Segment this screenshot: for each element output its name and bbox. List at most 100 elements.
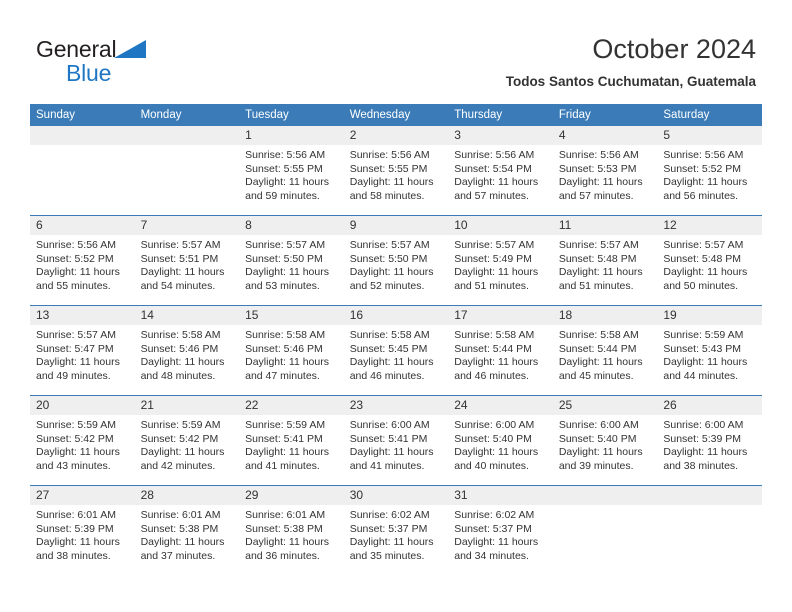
sunset-text: Sunset: 5:38 PM: [245, 522, 323, 535]
day-cell[interactable]: 18 Sunrise: 5:58 AM Sunset: 5:44 PM Dayligh…: [552, 306, 658, 395]
day-cell[interactable]: 11 Sunrise: 5:57 AM Sunset: 5:48 PM Dayligh…: [552, 216, 658, 305]
day-details: Sunrise: 6:00 AM Sunset: 5:40 PM Daylight:…: [553, 415, 658, 473]
day-number: 14: [134, 306, 240, 325]
sunrise-text: Sunrise: 5:58 AM: [245, 329, 326, 341]
day-cell[interactable]: 2 Sunrise: 5:56 AM Sunset: 5:55 PM Daylight…: [343, 126, 449, 215]
weekday-header-sunday: Sunday: [30, 104, 135, 126]
day-cell[interactable]: 17 Sunrise: 5:58 AM Sunset: 5:44 PM Dayligh…: [448, 306, 553, 395]
day-cell[interactable]: 9 Sunrise: 5:57 AM Sunset: 5:50 PM Daylight…: [343, 216, 449, 305]
daylight-text: Daylight: 11 hours and 38 minutes.: [663, 446, 748, 472]
daylight-text: Daylight: 11 hours and 37 minutes.: [140, 536, 225, 562]
day-number: 10: [448, 216, 553, 235]
day-cell-empty: [552, 486, 658, 575]
day-cell[interactable]: 13 Sunrise: 5:57 AM Sunset: 5:47 PM Dayligh…: [30, 306, 135, 395]
day-details: Sunrise: 5:56 AM Sunset: 5:55 PM Daylight:…: [239, 145, 344, 203]
day-cell[interactable]: 27 Sunrise: 6:01 AM Sunset: 5:39 PM Dayligh…: [30, 486, 135, 575]
calendar-week-row: 13 Sunrise: 5:57 AM Sunset: 5:47 PM Dayligh…: [30, 305, 762, 396]
calendar-cell: 10 Sunrise: 5:57 AM Sunset: 5:49 PM Dayligh…: [448, 215, 553, 306]
daylight-text: Daylight: 11 hours and 57 minutes.: [454, 176, 539, 202]
day-cell[interactable]: 4 Sunrise: 5:56 AM Sunset: 5:53 PM Daylight…: [552, 126, 658, 215]
day-cell[interactable]: 30 Sunrise: 6:02 AM Sunset: 5:37 PM Dayligh…: [343, 486, 449, 575]
daylight-text: Daylight: 11 hours and 51 minutes.: [454, 266, 539, 292]
day-cell[interactable]: 20 Sunrise: 5:59 AM Sunset: 5:42 PM Dayligh…: [30, 396, 135, 485]
page-title: October 2024: [592, 34, 756, 64]
day-number: 22: [239, 396, 344, 415]
day-cell[interactable]: 7 Sunrise: 5:57 AM Sunset: 5:51 PM Daylight…: [134, 216, 240, 305]
sunset-text: Sunset: 5:39 PM: [663, 432, 742, 445]
day-cell[interactable]: 16 Sunrise: 5:58 AM Sunset: 5:45 PM Dayligh…: [343, 306, 449, 395]
general-blue-logo[interactable]: General Blue: [36, 36, 256, 92]
day-number: [134, 126, 240, 145]
daylight-text: Daylight: 11 hours and 35 minutes.: [349, 536, 434, 562]
day-cell[interactable]: 26 Sunrise: 6:00 AM Sunset: 5:39 PM Dayligh…: [657, 396, 762, 485]
sunrise-text: Sunrise: 6:02 AM: [349, 509, 430, 521]
day-details: Sunrise: 5:57 AM Sunset: 5:48 PM Daylight:…: [553, 235, 658, 293]
daylight-text: Daylight: 11 hours and 58 minutes.: [349, 176, 434, 202]
calendar-body: 1 Sunrise: 5:56 AM Sunset: 5:55 PM Daylight…: [30, 126, 762, 575]
day-details: Sunrise: 5:58 AM Sunset: 5:45 PM Daylight:…: [344, 325, 449, 383]
day-details: Sunrise: 5:57 AM Sunset: 5:50 PM Daylight:…: [239, 235, 344, 293]
day-cell[interactable]: 10 Sunrise: 5:57 AM Sunset: 5:49 PM Dayligh…: [448, 216, 553, 305]
weekday-header-friday: Friday: [552, 104, 658, 126]
day-cell[interactable]: 23 Sunrise: 6:00 AM Sunset: 5:41 PM Dayligh…: [343, 396, 449, 485]
day-cell[interactable]: 24 Sunrise: 6:00 AM Sunset: 5:40 PM Dayligh…: [448, 396, 553, 485]
day-cell[interactable]: 19 Sunrise: 5:59 AM Sunset: 5:43 PM Dayligh…: [657, 306, 762, 395]
weekday-header-row: Sunday Monday Tuesday Wednesday Thursday…: [30, 104, 762, 126]
sunrise-text: Sunrise: 5:59 AM: [245, 419, 326, 431]
day-cell[interactable]: 1 Sunrise: 5:56 AM Sunset: 5:55 PM Daylight…: [239, 126, 344, 215]
day-details: Sunrise: 5:56 AM Sunset: 5:53 PM Daylight:…: [553, 145, 658, 203]
day-number: 13: [30, 306, 135, 325]
calendar-cell: 1 Sunrise: 5:56 AM Sunset: 5:55 PM Daylight…: [239, 126, 344, 216]
day-cell[interactable]: 22 Sunrise: 5:59 AM Sunset: 5:41 PM Dayligh…: [239, 396, 344, 485]
day-cell[interactable]: 5 Sunrise: 5:56 AM Sunset: 5:52 PM Daylight…: [657, 126, 762, 215]
day-cell[interactable]: 29 Sunrise: 6:01 AM Sunset: 5:38 PM Dayligh…: [239, 486, 344, 575]
sunset-text: Sunset: 5:41 PM: [245, 432, 323, 445]
sunrise-text: Sunrise: 6:00 AM: [349, 419, 430, 431]
day-cell[interactable]: 25 Sunrise: 6:00 AM Sunset: 5:40 PM Dayligh…: [552, 396, 658, 485]
day-cell[interactable]: 8 Sunrise: 5:57 AM Sunset: 5:50 PM Daylight…: [239, 216, 344, 305]
daylight-text: Daylight: 11 hours and 44 minutes.: [663, 356, 748, 382]
sunset-text: Sunset: 5:37 PM: [454, 522, 532, 535]
sunrise-text: Sunrise: 5:57 AM: [140, 239, 221, 251]
day-cell[interactable]: 12 Sunrise: 5:57 AM Sunset: 5:48 PM Dayligh…: [657, 216, 762, 305]
weekday-header-saturday: Saturday: [657, 104, 762, 126]
sunrise-text: Sunrise: 6:02 AM: [454, 509, 535, 521]
day-cell[interactable]: 3 Sunrise: 5:56 AM Sunset: 5:54 PM Daylight…: [448, 126, 553, 215]
daylight-text: Daylight: 11 hours and 43 minutes.: [36, 446, 120, 472]
sunset-text: Sunset: 5:50 PM: [245, 252, 323, 265]
sunrise-text: Sunrise: 5:56 AM: [349, 149, 430, 161]
sunset-text: Sunset: 5:52 PM: [36, 252, 114, 265]
calendar-cell: 13 Sunrise: 5:57 AM Sunset: 5:47 PM Dayligh…: [30, 305, 135, 396]
day-details: Sunrise: 5:58 AM Sunset: 5:46 PM Daylight:…: [239, 325, 344, 383]
day-cell[interactable]: 15 Sunrise: 5:58 AM Sunset: 5:46 PM Dayligh…: [239, 306, 344, 395]
calendar-cell: 12 Sunrise: 5:57 AM Sunset: 5:48 PM Dayligh…: [657, 215, 762, 306]
weekday-header-thursday: Thursday: [448, 104, 553, 126]
sunset-text: Sunset: 5:44 PM: [558, 342, 637, 355]
day-number: 21: [134, 396, 240, 415]
calendar-cell: 29 Sunrise: 6:01 AM Sunset: 5:38 PM Dayligh…: [239, 485, 344, 575]
day-cell[interactable]: 28 Sunrise: 6:01 AM Sunset: 5:38 PM Dayligh…: [134, 486, 240, 575]
sunset-text: Sunset: 5:48 PM: [558, 252, 637, 265]
day-number: 23: [343, 396, 449, 415]
logo-text-blue: Blue: [66, 60, 112, 86]
logo-line-blue: Blue: [36, 60, 256, 86]
calendar-cell: 19 Sunrise: 5:59 AM Sunset: 5:43 PM Dayligh…: [657, 305, 762, 396]
sunset-text: Sunset: 5:50 PM: [349, 252, 428, 265]
day-number: 9: [343, 216, 449, 235]
day-cell[interactable]: 6 Sunrise: 5:56 AM Sunset: 5:52 PM Daylight…: [30, 216, 135, 305]
daylight-text: Daylight: 11 hours and 47 minutes.: [245, 356, 329, 382]
daylight-text: Daylight: 11 hours and 54 minutes.: [140, 266, 225, 292]
day-details: Sunrise: 5:59 AM Sunset: 5:42 PM Daylight:…: [135, 415, 240, 473]
sunrise-text: Sunrise: 6:01 AM: [245, 509, 326, 521]
logo-line-general: General: [36, 36, 256, 62]
calendar-week-row: 27 Sunrise: 6:01 AM Sunset: 5:39 PM Dayligh…: [30, 485, 762, 575]
calendar-cell: 28 Sunrise: 6:01 AM Sunset: 5:38 PM Dayligh…: [134, 485, 240, 575]
daylight-text: Daylight: 11 hours and 53 minutes.: [245, 266, 329, 292]
day-number: 12: [657, 216, 762, 235]
daylight-text: Daylight: 11 hours and 48 minutes.: [140, 356, 225, 382]
day-cell[interactable]: 31 Sunrise: 6:02 AM Sunset: 5:37 PM Dayligh…: [448, 486, 553, 575]
calendar-cell: 26 Sunrise: 6:00 AM Sunset: 5:39 PM Dayligh…: [657, 395, 762, 486]
day-cell[interactable]: 14 Sunrise: 5:58 AM Sunset: 5:46 PM Dayligh…: [134, 306, 240, 395]
sunrise-text: Sunrise: 6:01 AM: [140, 509, 221, 521]
day-cell[interactable]: 21 Sunrise: 5:59 AM Sunset: 5:42 PM Dayligh…: [134, 396, 240, 485]
